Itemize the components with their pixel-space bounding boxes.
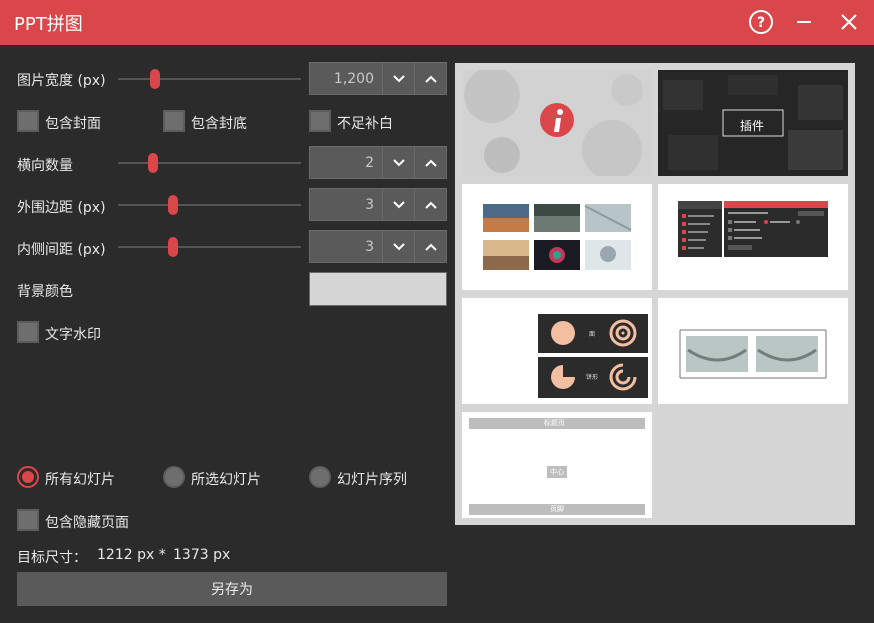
chevron-up-icon [424, 201, 437, 209]
bg-color-label: 背景颜色 [17, 284, 73, 300]
slider-thumb[interactable] [149, 69, 160, 89]
increment-button[interactable] [415, 146, 447, 179]
text-watermark-checkbox[interactable] [17, 321, 39, 343]
decrement-button[interactable] [383, 62, 415, 95]
preview-slide-ui [658, 184, 848, 290]
inner-gap-slider[interactable] [118, 237, 301, 257]
slide-sequence-radio[interactable] [309, 466, 331, 488]
horizontal-count-input[interactable]: 2 [309, 146, 383, 179]
chevron-down-icon [392, 200, 405, 208]
chart-thumbnail [538, 314, 648, 398]
preview-slide-hammock [658, 298, 848, 404]
target-size-height: 1373 px [173, 547, 231, 563]
selected-slides-radio[interactable] [163, 466, 185, 488]
outer-margin-input[interactable]: 3 [309, 188, 383, 221]
chevron-down-icon [392, 242, 405, 250]
close-icon[interactable] [835, 8, 863, 36]
inner-gap-stepper: 3 [309, 230, 447, 263]
title-bar: PPT拼图 ? [0, 0, 874, 45]
include-hidden-label: 包含隐藏页面 [45, 515, 129, 531]
save-as-button[interactable]: 另存为 [17, 572, 447, 606]
decrement-button[interactable] [383, 188, 415, 221]
slider-thumb[interactable] [167, 237, 178, 257]
preview-slide-photos [462, 184, 652, 290]
layout-center-text: 中心 [550, 468, 564, 476]
cover-art [462, 70, 652, 176]
preview-panel: 插件 面 饼形 标题页 中心 页脚 [455, 63, 855, 525]
include-cover-checkbox[interactable] [17, 110, 39, 132]
decrement-button[interactable] [383, 146, 415, 179]
decrement-button[interactable] [383, 230, 415, 263]
svg-text:?: ? [757, 15, 765, 31]
include-cover-label: 包含封面 [45, 116, 101, 132]
fill-blank-checkbox[interactable] [309, 110, 331, 132]
increment-button[interactable] [415, 188, 447, 221]
include-hidden-checkbox[interactable] [17, 509, 39, 531]
target-size-label: 目标尺寸： [17, 550, 87, 566]
include-back-checkbox[interactable] [163, 110, 185, 132]
horizontal-count-label: 横向数量 [17, 158, 73, 174]
preview-slide-charts: 面 饼形 [462, 298, 652, 404]
slider-thumb[interactable] [167, 195, 178, 215]
chevron-up-icon [424, 243, 437, 251]
chevron-down-icon [392, 158, 405, 166]
outer-margin-label: 外围边距 (px) [17, 200, 106, 216]
image-width-label: 图片宽度 (px) [17, 73, 106, 89]
chevron-up-icon [424, 159, 437, 167]
layout-title-text: 标题页 [544, 419, 565, 427]
preview-slide-banner: 插件 [658, 70, 848, 176]
preview-slide-cover [462, 70, 652, 176]
slider-track [118, 162, 301, 164]
chevron-down-icon [392, 74, 405, 82]
chart-label-2: 饼形 [586, 374, 599, 381]
fill-blank-label: 不足补白 [337, 116, 393, 132]
slide-sequence-label: 幻灯片序列 [337, 472, 407, 488]
inner-gap-input[interactable]: 3 [309, 230, 383, 263]
chart-label-1: 面 [589, 331, 596, 338]
layout-footer-text: 页脚 [550, 505, 564, 513]
all-slides-radio[interactable] [17, 466, 39, 488]
window-title: PPT拼图 [14, 14, 83, 35]
slider-track [118, 78, 301, 80]
preview-slide-layout: 标题页 中心 页脚 [462, 412, 652, 518]
image-width-input[interactable]: 1,200 [309, 62, 383, 95]
target-size-width: 1212 px * [97, 547, 166, 563]
image-width-stepper: 1,200 [309, 62, 447, 95]
horizontal-count-slider[interactable] [118, 153, 301, 173]
help-icon[interactable]: ? [747, 8, 775, 36]
inner-gap-label: 内侧间距 (px) [17, 242, 106, 258]
slider-track [118, 204, 301, 206]
image-width-slider[interactable] [118, 69, 301, 89]
slider-thumb[interactable] [147, 153, 158, 173]
hammock-thumbnail [679, 329, 827, 379]
banner-text: 插件 [740, 119, 765, 133]
bg-color-picker[interactable] [309, 272, 447, 306]
minimize-icon[interactable] [790, 8, 818, 36]
increment-button[interactable] [415, 62, 447, 95]
increment-button[interactable] [415, 230, 447, 263]
outer-margin-stepper: 3 [309, 188, 447, 221]
slider-track [118, 246, 301, 248]
chevron-up-icon [424, 75, 437, 83]
include-back-label: 包含封底 [191, 116, 247, 132]
ui-thumbnail [678, 201, 828, 257]
horizontal-count-stepper: 2 [309, 146, 447, 179]
photo-grid [483, 204, 632, 270]
outer-margin-slider[interactable] [118, 195, 301, 215]
selected-slides-label: 所选幻灯片 [191, 472, 261, 488]
text-watermark-label: 文字水印 [45, 327, 101, 343]
all-slides-label: 所有幻灯片 [45, 472, 115, 488]
